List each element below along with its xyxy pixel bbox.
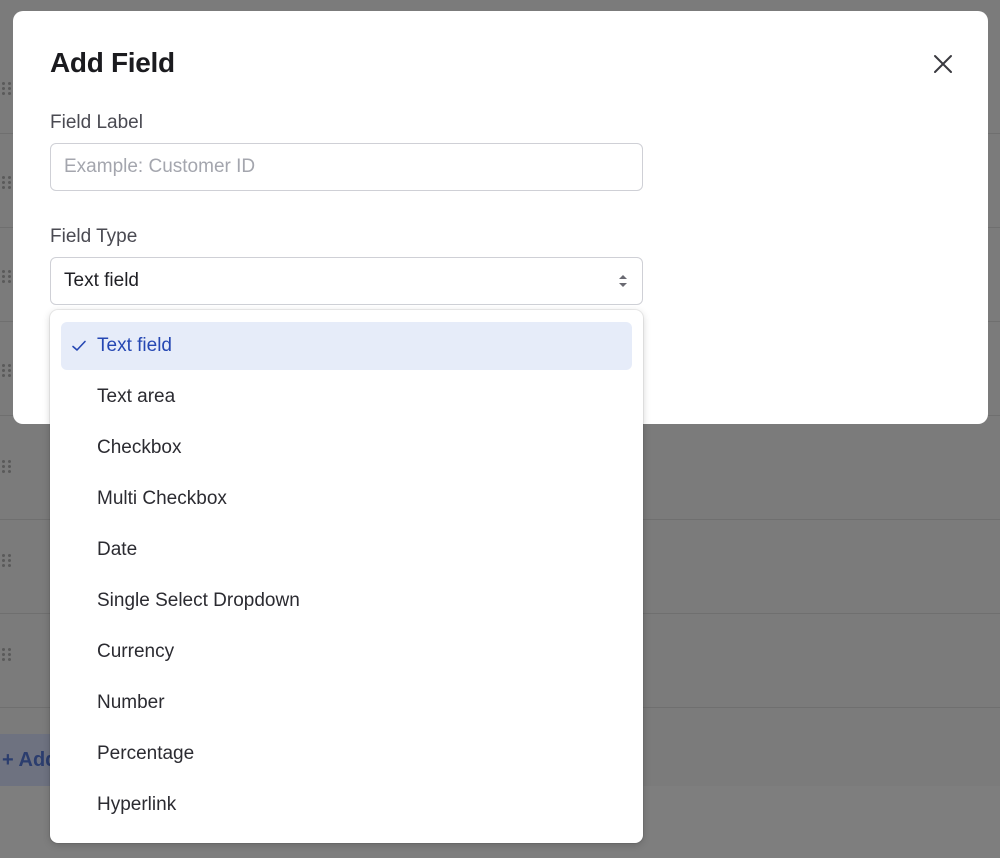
dropdown-option-label: Hyperlink bbox=[97, 794, 177, 815]
drag-handle-icon bbox=[2, 176, 12, 190]
field-label-label: Field Label bbox=[50, 112, 143, 133]
dropdown-option-checkbox[interactable]: Checkbox bbox=[61, 424, 632, 472]
dropdown-option-text-field[interactable]: Text field bbox=[61, 322, 632, 370]
drag-handle-icon bbox=[2, 554, 12, 568]
drag-handle-icon bbox=[2, 460, 12, 474]
dropdown-option-label: Currency bbox=[97, 641, 175, 662]
field-label-input[interactable] bbox=[50, 143, 643, 191]
field-type-select[interactable]: Text field bbox=[50, 257, 643, 305]
drag-handle-icon bbox=[2, 82, 12, 96]
dropdown-option-label: Multi Checkbox bbox=[97, 488, 227, 509]
dropdown-option-label: Text area bbox=[97, 386, 176, 407]
dropdown-option-percentage[interactable]: Percentage bbox=[61, 730, 632, 778]
check-icon bbox=[72, 340, 86, 351]
drag-handle-icon bbox=[2, 648, 12, 662]
dropdown-option-label: Date bbox=[97, 539, 138, 560]
dropdown-option-label: Single Select Dropdown bbox=[97, 590, 300, 611]
dropdown-option-number[interactable]: Number bbox=[61, 679, 632, 727]
dropdown-option-label: Number bbox=[97, 692, 165, 713]
dropdown-option-text-area[interactable]: Text area bbox=[61, 373, 632, 421]
dropdown-option-label: Percentage bbox=[97, 743, 195, 764]
dropdown-option-multi-checkbox[interactable]: Multi Checkbox bbox=[61, 475, 632, 523]
dropdown-option-currency[interactable]: Currency bbox=[61, 628, 632, 676]
modal-title: Add Field bbox=[50, 47, 175, 78]
field-type-dropdown: Text field Text area Checkbox Multi Chec… bbox=[50, 310, 643, 843]
select-arrows-icon bbox=[619, 275, 627, 287]
dropdown-option-label: Checkbox bbox=[97, 437, 182, 458]
field-type-label: Field Type bbox=[50, 226, 138, 247]
close-icon bbox=[934, 55, 952, 73]
field-type-selected-value: Text field bbox=[64, 270, 139, 291]
drag-handle-icon bbox=[2, 270, 12, 284]
close-button[interactable] bbox=[930, 51, 956, 77]
dropdown-option-single-select-dropdown[interactable]: Single Select Dropdown bbox=[61, 577, 632, 625]
dropdown-option-hyperlink[interactable]: Hyperlink bbox=[61, 781, 632, 829]
dropdown-option-label: Text field bbox=[97, 335, 172, 356]
drag-handle-icon bbox=[2, 364, 12, 378]
dropdown-option-date[interactable]: Date bbox=[61, 526, 632, 574]
